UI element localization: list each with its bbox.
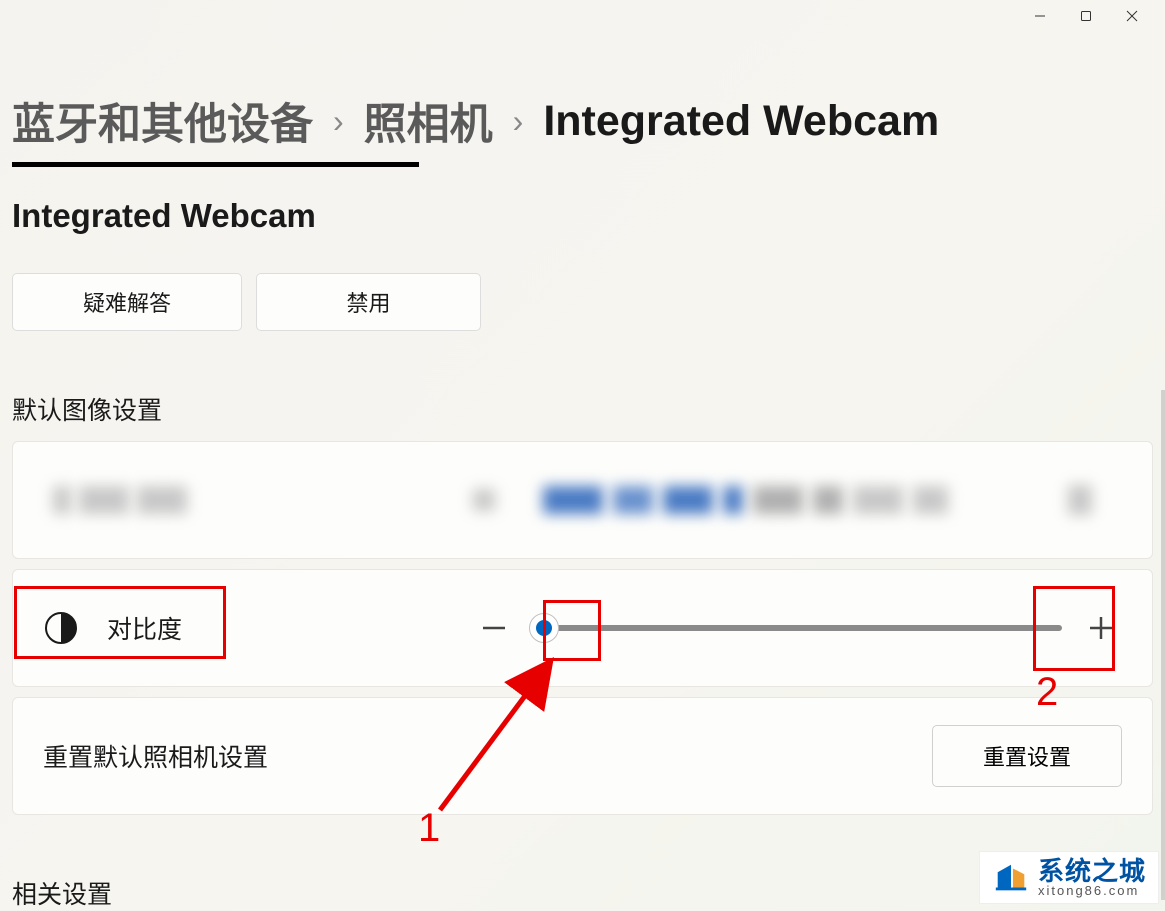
- contrast-slider-area: [473, 607, 1122, 649]
- chevron-right-icon: ›: [333, 103, 344, 140]
- contrast-label-group: 对比度: [43, 610, 473, 646]
- contrast-label: 对比度: [107, 610, 182, 646]
- watermark-url: xitong86.com: [1038, 884, 1146, 897]
- watermark: 系统之城 xitong86.com: [979, 851, 1159, 904]
- watermark-title: 系统之城: [1038, 858, 1146, 884]
- slider-thumb[interactable]: [529, 613, 559, 643]
- reset-button[interactable]: 重置设置: [932, 725, 1122, 787]
- contrast-setting-card: 对比度: [12, 569, 1153, 687]
- decrease-button[interactable]: [473, 607, 515, 649]
- maximize-button[interactable]: [1063, 0, 1109, 32]
- chevron-right-icon: ›: [513, 103, 524, 140]
- close-button[interactable]: [1109, 0, 1155, 32]
- default-image-settings-heading: 默认图像设置: [12, 391, 1153, 427]
- contrast-icon: [43, 610, 79, 646]
- titlebar: [0, 0, 1165, 40]
- minimize-button[interactable]: [1017, 0, 1063, 32]
- breadcrumb-current: Integrated Webcam: [543, 97, 939, 146]
- breadcrumb-bluetooth[interactable]: 蓝牙和其他设备: [12, 90, 313, 152]
- disable-button[interactable]: 禁用: [256, 273, 481, 331]
- watermark-logo-icon: [992, 859, 1030, 897]
- reset-setting-card: 重置默认照相机设置 重置设置: [12, 697, 1153, 815]
- scrollbar[interactable]: [1161, 390, 1165, 900]
- contrast-slider[interactable]: [533, 625, 1062, 631]
- blurred-setting-card[interactable]: [12, 441, 1153, 559]
- breadcrumb: 蓝牙和其他设备 › 照相机 › Integrated Webcam: [12, 90, 1153, 152]
- breadcrumb-camera[interactable]: 照相机: [364, 90, 493, 152]
- breadcrumb-underline: [12, 162, 419, 167]
- main-content: 蓝牙和其他设备 › 照相机 › Integrated Webcam Integr…: [0, 90, 1165, 911]
- troubleshoot-button[interactable]: 疑难解答: [12, 273, 242, 331]
- increase-button[interactable]: [1080, 607, 1122, 649]
- action-buttons: 疑难解答 禁用: [12, 273, 1153, 331]
- reset-label: 重置默认照相机设置: [43, 738, 268, 774]
- device-name-heading: Integrated Webcam: [12, 197, 1153, 235]
